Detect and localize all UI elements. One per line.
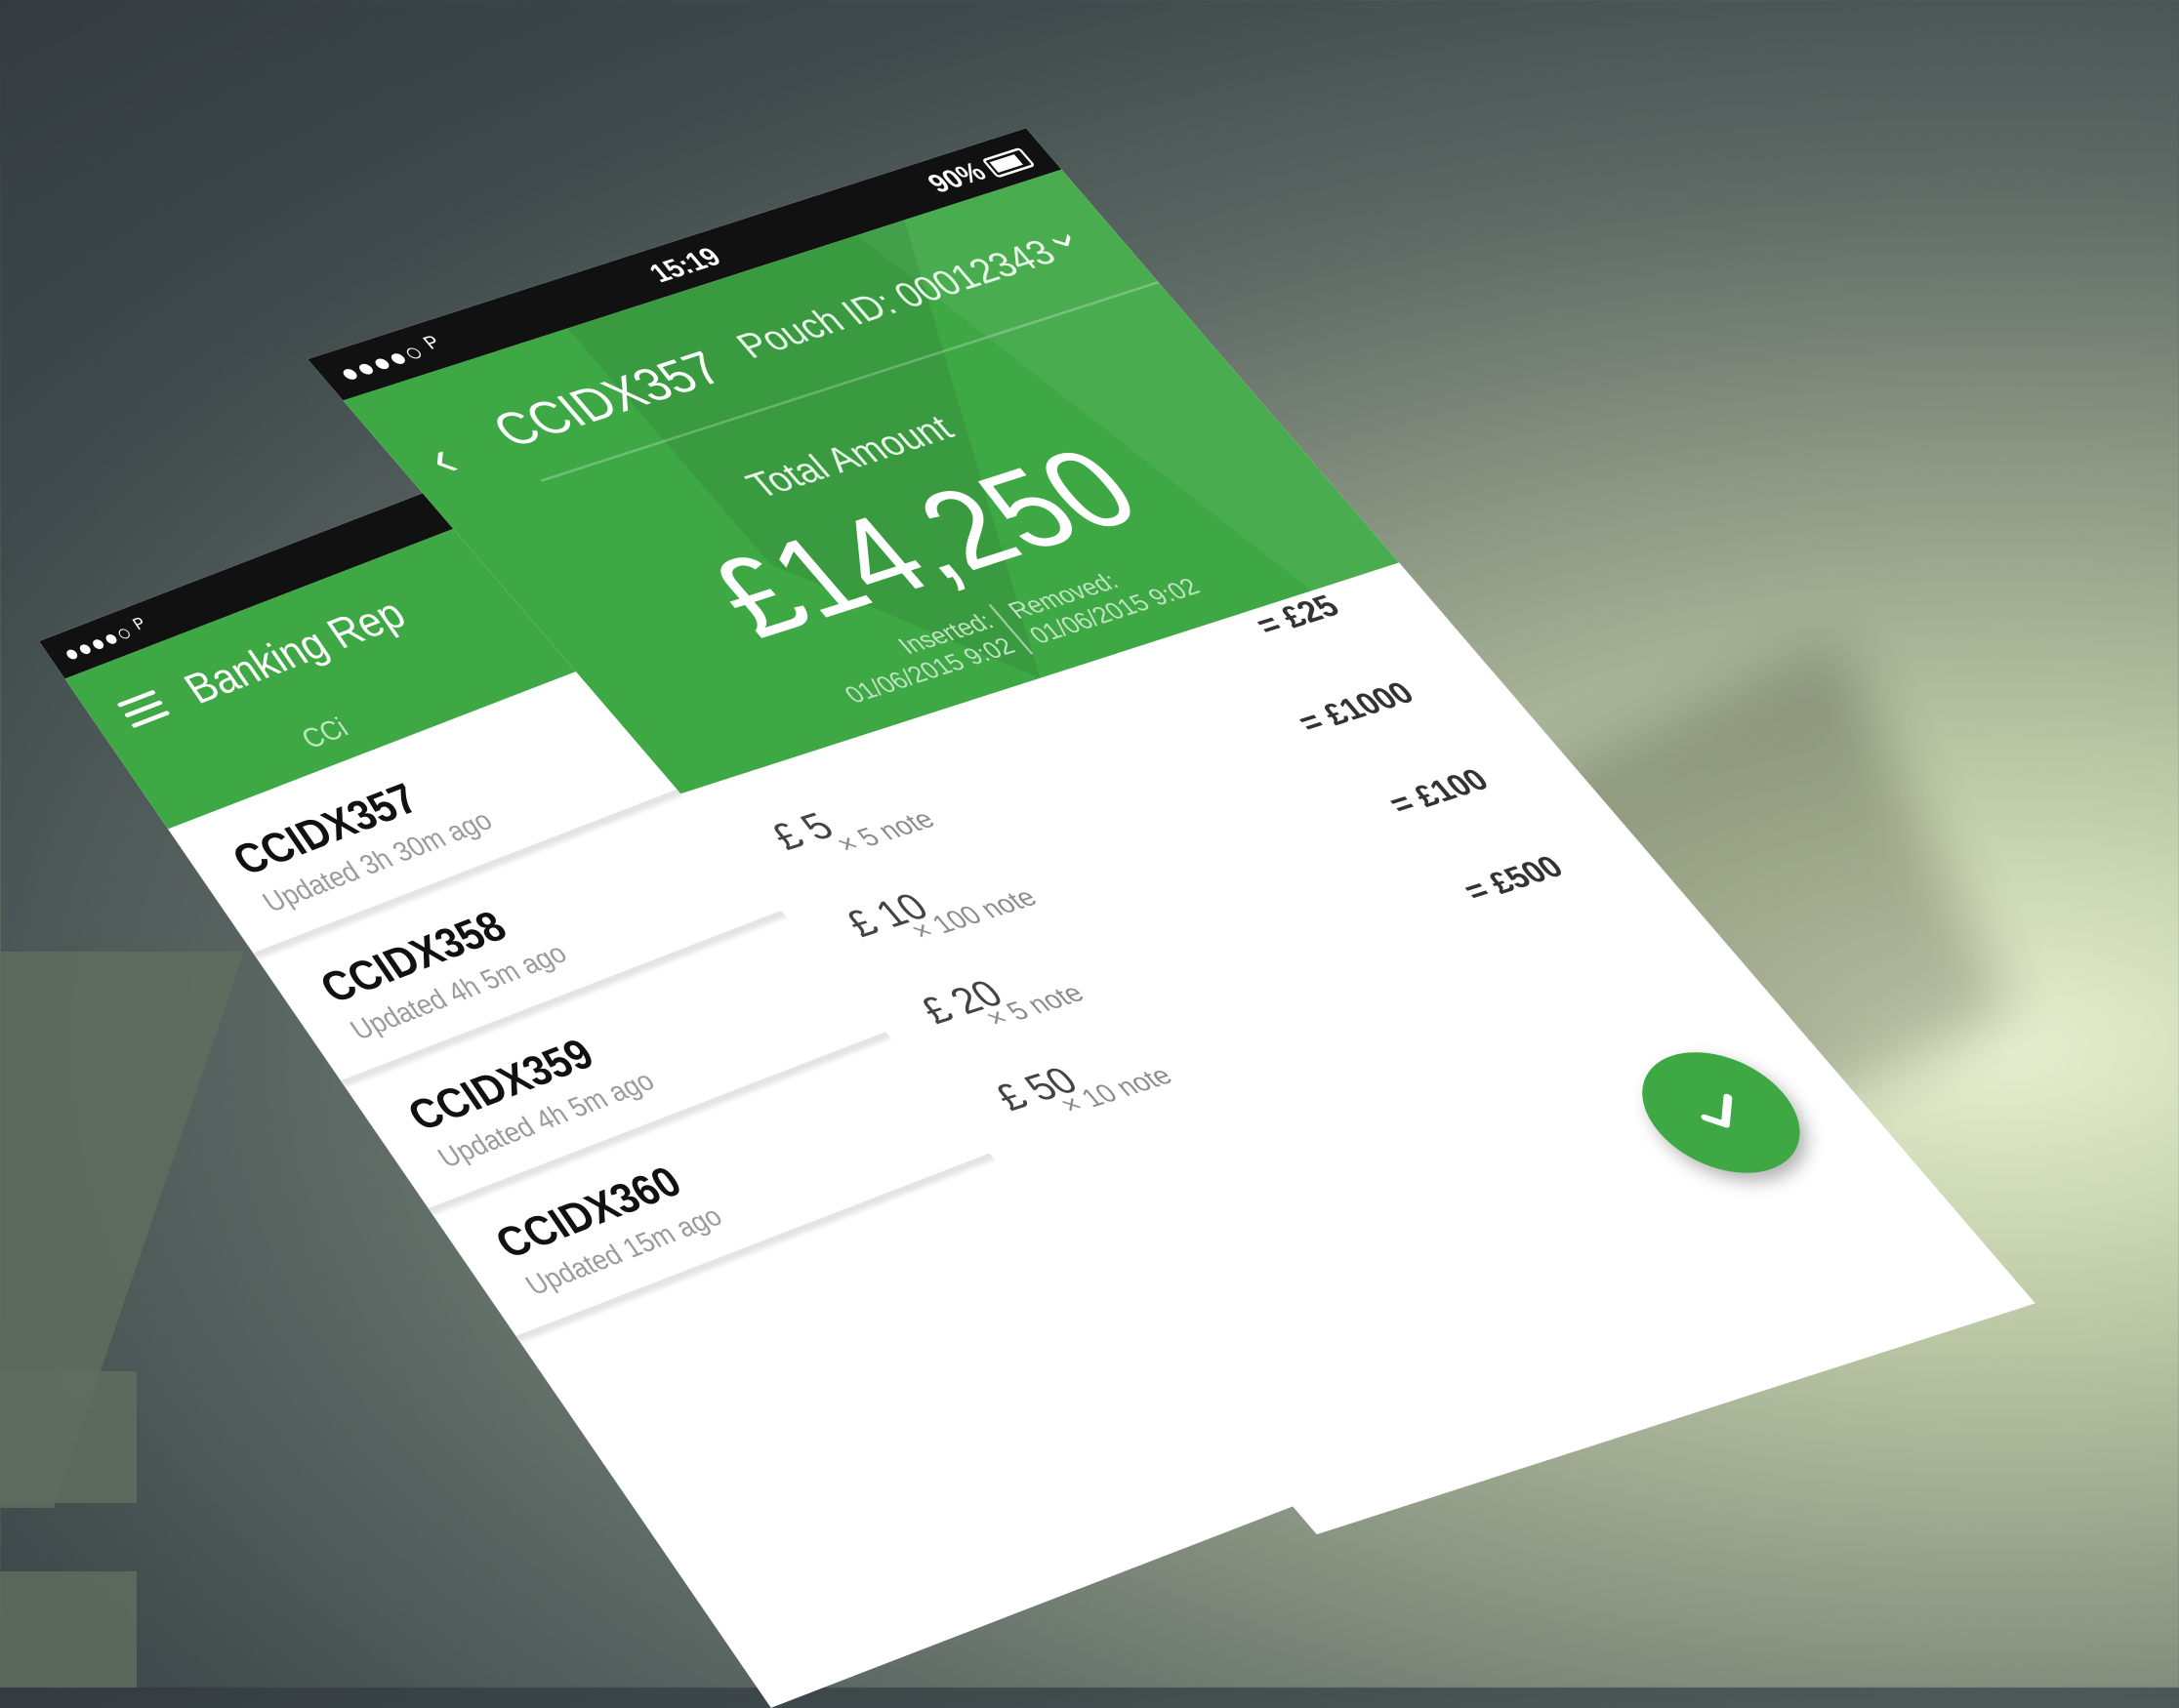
back-arrow-icon[interactable]: ‹	[411, 431, 472, 488]
note-quantity: × 5 note	[829, 803, 942, 860]
note-quantity: × 100 note	[903, 881, 1044, 947]
tab-cci[interactable]: CCi	[295, 712, 354, 756]
background-glyph-bar	[0, 1371, 137, 1503]
confirm-button[interactable]	[1610, 1036, 1832, 1190]
check-icon	[1701, 1093, 1733, 1128]
note-quantity: × 5 note	[978, 977, 1091, 1034]
menu-icon[interactable]	[116, 689, 173, 732]
background-glyph-bar-2	[0, 1571, 137, 1688]
note-quantity: × 10 note	[1052, 1060, 1179, 1120]
